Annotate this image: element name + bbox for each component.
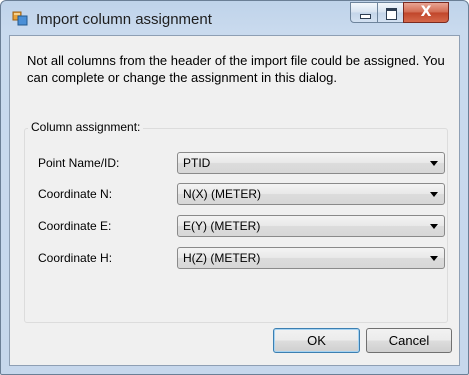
chevron-down-icon xyxy=(430,192,438,197)
maximize-button[interactable] xyxy=(377,2,404,23)
chevron-down-icon xyxy=(430,256,438,261)
point-name-label: Point Name/ID: xyxy=(38,156,120,170)
dialog-window: Import column assignment X Not all colum… xyxy=(0,0,469,375)
coordinate-e-value: E(Y) (METER) xyxy=(183,219,261,233)
chevron-down-icon xyxy=(430,161,438,166)
coordinate-h-value: H(Z) (METER) xyxy=(183,251,261,265)
maximize-icon xyxy=(386,8,397,20)
coordinate-h-label: Coordinate H: xyxy=(38,251,113,265)
app-window-icon xyxy=(12,11,28,26)
coordinate-n-value: N(X) (METER) xyxy=(183,187,261,201)
coordinate-n-label: Coordinate N: xyxy=(38,187,113,201)
chevron-down-icon xyxy=(430,224,438,229)
coordinate-e-select[interactable]: E(Y) (METER) xyxy=(177,215,445,237)
cancel-button[interactable]: Cancel xyxy=(366,328,452,353)
minimize-button[interactable] xyxy=(350,2,378,23)
info-message: Not all columns from the header of the i… xyxy=(27,53,445,85)
point-name-select[interactable]: PTID xyxy=(177,152,445,174)
window-title: Import column assignment xyxy=(36,11,212,28)
ok-button[interactable]: OK xyxy=(273,328,360,353)
group-title: Column assignment: xyxy=(28,120,144,134)
point-name-value: PTID xyxy=(183,156,211,170)
minimize-icon xyxy=(360,14,371,19)
close-icon: X xyxy=(420,4,432,20)
coordinate-h-select[interactable]: H(Z) (METER) xyxy=(177,247,445,269)
close-button[interactable]: X xyxy=(403,2,449,23)
coordinate-e-label: Coordinate E: xyxy=(38,219,112,233)
dialog-content: Not all columns from the header of the i… xyxy=(9,35,460,366)
coordinate-n-select[interactable]: N(X) (METER) xyxy=(177,183,445,205)
title-bar[interactable]: Import column assignment X xyxy=(1,1,468,35)
